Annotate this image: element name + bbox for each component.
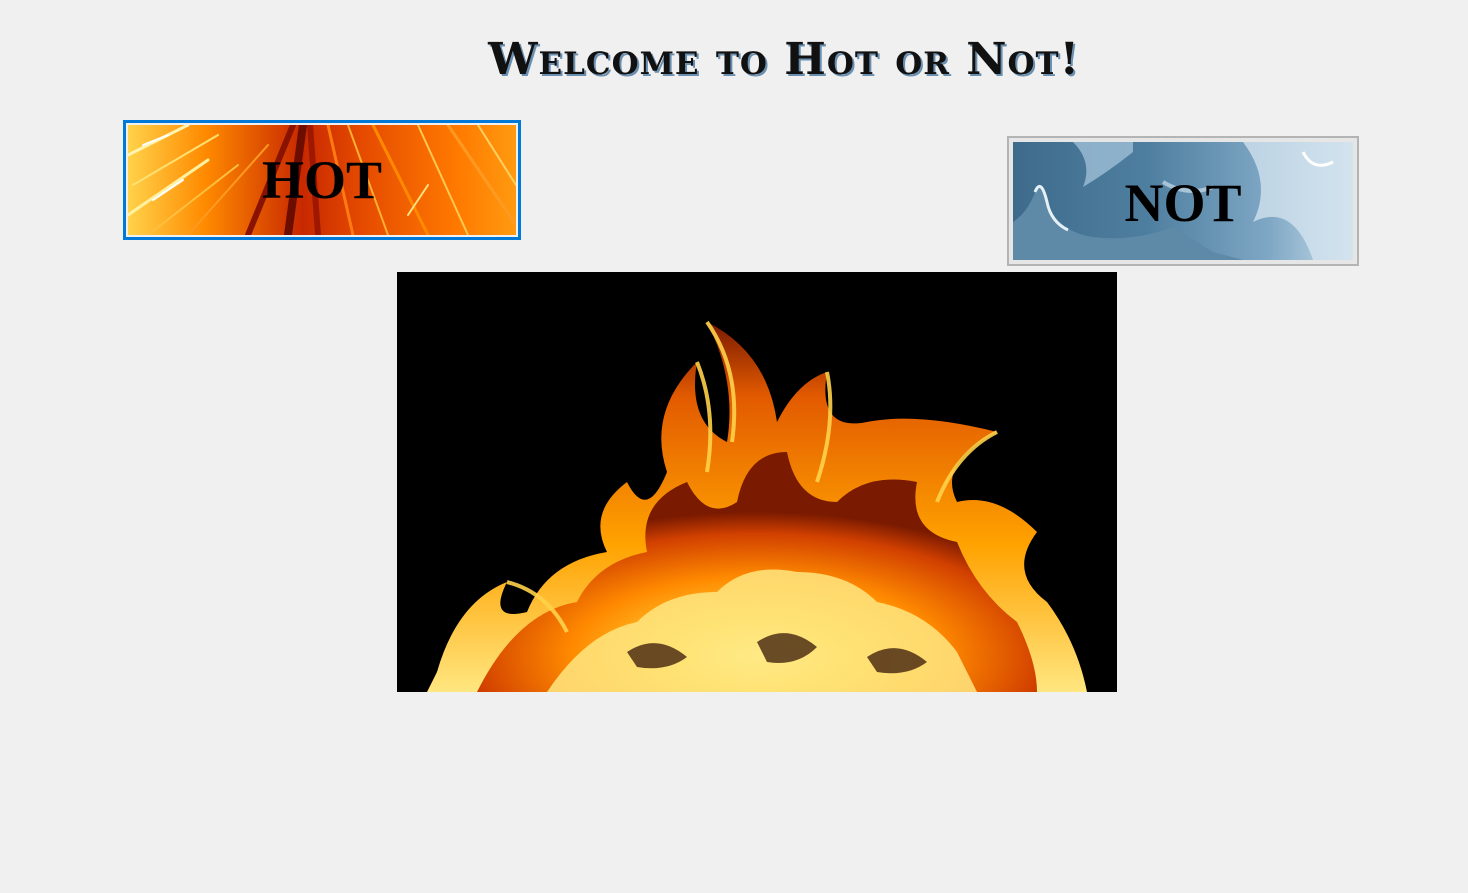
not-button-label: NOT [1124,173,1242,233]
hot-button-label: HOT [261,150,383,210]
hot-button[interactable]: HOT [123,120,521,240]
fire-image [397,272,1117,692]
not-button[interactable]: NOT [1007,136,1359,266]
page-title: Welcome to Hot or Not! [488,34,1080,85]
